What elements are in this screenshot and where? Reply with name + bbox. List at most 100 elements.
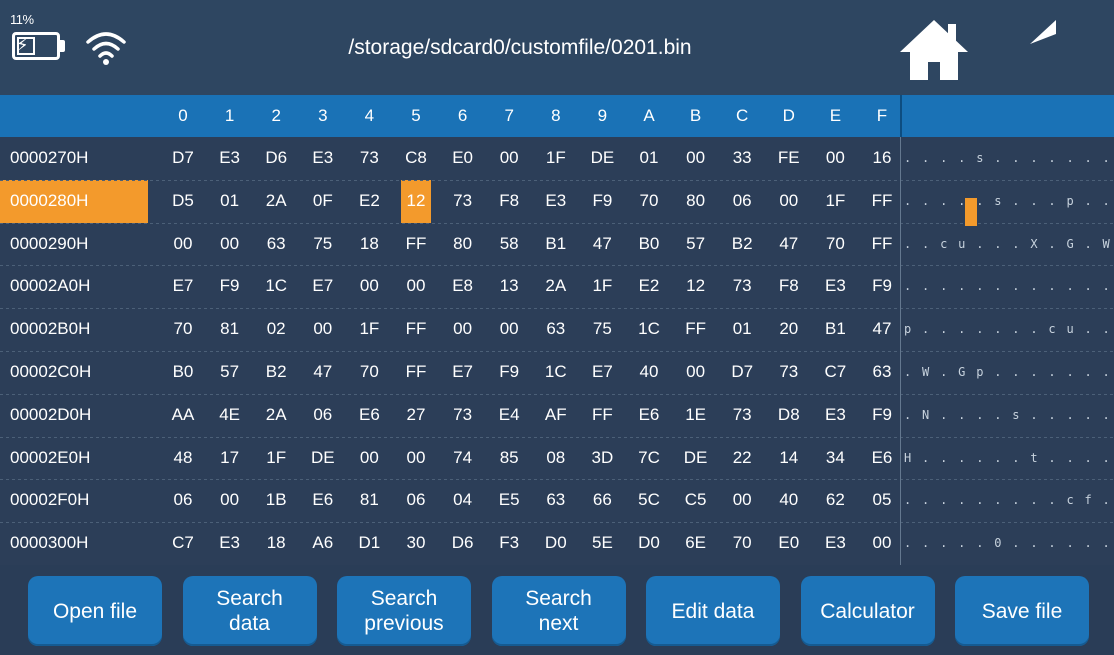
hex-cell[interactable]: 81 [215,308,245,351]
hex-cell[interactable]: 1C [634,308,664,351]
hex-cell[interactable]: 1F [587,265,617,308]
hex-cell[interactable]: 34 [820,437,850,480]
hex-cell[interactable]: E6 [867,437,897,480]
row-address[interactable]: 0000270H [0,137,148,180]
hex-cell[interactable]: 5E [587,522,617,565]
hex-cell[interactable]: E7 [168,265,198,308]
row-address[interactable]: 0000280H [0,179,148,223]
hex-cell[interactable]: E2 [634,265,664,308]
hex-cell[interactable]: D5 [168,180,198,223]
hex-cell[interactable]: 00 [727,479,757,522]
hex-cell[interactable]: 18 [261,522,291,565]
hex-cell[interactable]: 06 [308,394,338,437]
hex-cell[interactable]: 63 [261,223,291,266]
hex-cell[interactable]: 00 [820,137,850,180]
hex-cell[interactable]: 13 [494,265,524,308]
hex-cell[interactable]: E3 [215,522,245,565]
hex-cell[interactable]: 73 [448,394,478,437]
hex-cell[interactable]: D6 [261,137,291,180]
hex-cell[interactable]: E3 [820,522,850,565]
hex-cell[interactable]: 63 [541,479,571,522]
hex-cell[interactable]: 62 [820,479,850,522]
hex-cell[interactable]: 14 [774,437,804,480]
hex-cell[interactable]: FF [587,394,617,437]
hex-cell[interactable]: 2A [261,394,291,437]
hex-cell[interactable]: 01 [215,180,245,223]
row-address[interactable]: 0000300H [0,522,148,565]
hex-cell[interactable]: 40 [774,479,804,522]
hex-cell[interactable]: 75 [587,308,617,351]
hex-cell[interactable]: 73 [448,180,478,223]
hex-cell[interactable]: D0 [541,522,571,565]
hex-cell[interactable]: 47 [867,308,897,351]
hex-cell[interactable]: 22 [727,437,757,480]
hex-cell[interactable]: F9 [867,265,897,308]
hex-cell[interactable]: 08 [541,437,571,480]
back-button[interactable] [1022,14,1098,84]
save-file-button[interactable]: Save file [955,576,1089,646]
hex-cell[interactable]: B2 [727,223,757,266]
hex-cell[interactable]: B0 [634,223,664,266]
home-button[interactable] [896,14,972,84]
hex-cell[interactable]: 00 [215,223,245,266]
hex-cell[interactable]: 1C [261,265,291,308]
hex-cell[interactable]: 05 [867,479,897,522]
row-address[interactable]: 00002C0H [0,351,148,394]
hex-cell[interactable]: AA [168,394,198,437]
hex-cell[interactable]: 00 [681,351,711,394]
hex-cell[interactable]: 00 [354,437,384,480]
hex-cell[interactable]: E7 [308,265,338,308]
hex-cell[interactable]: C7 [820,351,850,394]
open-file-button[interactable]: Open file [28,576,162,646]
hex-cell[interactable]: 18 [354,223,384,266]
hex-cell[interactable]: F3 [494,522,524,565]
hex-cell[interactable]: FF [681,308,711,351]
hex-cell[interactable]: FF [401,308,431,351]
hex-cell[interactable]: F9 [494,351,524,394]
hex-cell[interactable]: 00 [867,522,897,565]
hex-cell[interactable]: FF [401,351,431,394]
row-address[interactable]: 00002B0H [0,308,148,351]
hex-cell[interactable]: 00 [354,265,384,308]
hex-cell[interactable]: DE [681,437,711,480]
hex-cell[interactable]: F9 [587,180,617,223]
hex-cell[interactable]: B2 [261,351,291,394]
hex-cell[interactable]: E7 [587,351,617,394]
hex-cell[interactable]: DE [587,137,617,180]
hex-cell[interactable]: 3D [587,437,617,480]
selected-hex-cell[interactable]: 12 [401,179,431,223]
hex-cell[interactable]: 12 [681,265,711,308]
hex-cell[interactable]: AF [541,394,571,437]
edit-data-button[interactable]: Edit data [646,576,780,646]
hex-cell[interactable]: DE [308,437,338,480]
hex-cell[interactable]: FF [401,223,431,266]
hex-cell[interactable]: C8 [401,137,431,180]
hex-cell[interactable]: 63 [541,308,571,351]
hex-cell[interactable]: 85 [494,437,524,480]
hex-cell[interactable]: 73 [774,351,804,394]
hex-cell[interactable]: D0 [634,522,664,565]
hex-cell[interactable]: 04 [448,479,478,522]
hex-cell[interactable]: 01 [727,308,757,351]
hex-cell[interactable]: 00 [681,137,711,180]
hex-cell[interactable]: E3 [215,137,245,180]
hex-cell[interactable]: D8 [774,394,804,437]
hex-cell[interactable]: 06 [727,180,757,223]
hex-cell[interactable]: F8 [774,265,804,308]
calculator-button[interactable]: Calculator [800,576,935,646]
hex-cell[interactable]: 16 [867,137,897,180]
hex-cell[interactable]: 00 [308,308,338,351]
hex-cell[interactable]: 66 [587,479,617,522]
hex-cell[interactable]: 02 [261,308,291,351]
hex-cell[interactable]: E6 [308,479,338,522]
hex-cell[interactable]: 47 [774,223,804,266]
hex-cell[interactable]: 70 [820,223,850,266]
hex-cell[interactable]: 80 [681,180,711,223]
hex-cell[interactable]: 1F [820,180,850,223]
hex-cell[interactable]: 70 [727,522,757,565]
hex-cell[interactable]: 70 [168,308,198,351]
hex-cell[interactable]: D7 [168,137,198,180]
hex-cell[interactable]: E0 [448,137,478,180]
hex-cell[interactable]: E7 [448,351,478,394]
hex-cell[interactable]: 00 [494,308,524,351]
